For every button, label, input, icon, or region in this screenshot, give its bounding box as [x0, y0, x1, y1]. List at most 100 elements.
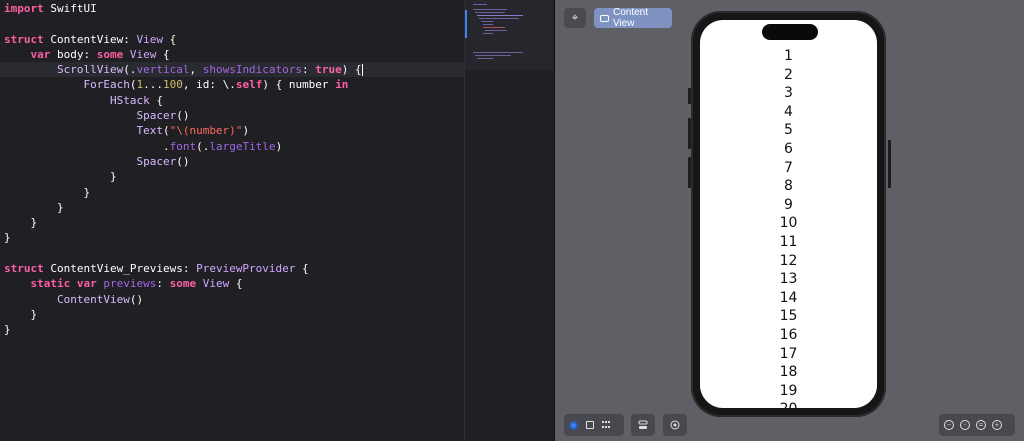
code-token: true — [315, 63, 342, 77]
variants-grid-icon[interactable] — [602, 420, 612, 430]
selectable-mode-icon[interactable] — [585, 420, 595, 430]
pin-preview-button[interactable]: ⌖ — [564, 8, 586, 28]
code-token: Spacer — [136, 109, 177, 123]
code-token: { — [156, 47, 170, 61]
code-line[interactable]: .font(.largeTitle) — [4, 139, 464, 154]
code-line[interactable] — [4, 16, 464, 31]
zoom-controls: − · = + — [939, 414, 1015, 436]
number-text: 16 — [779, 326, 798, 343]
code-token: { — [229, 277, 243, 291]
code-token: , — [189, 63, 203, 77]
code-token: () — [176, 154, 190, 168]
code-token: ) — [242, 124, 250, 138]
code-line[interactable]: } — [4, 169, 464, 184]
number-text: 15 — [779, 308, 798, 325]
zoom-to-fit-icon[interactable]: · — [960, 420, 970, 430]
code-token: self — [235, 78, 263, 92]
code-token: } — [4, 307, 38, 321]
code-line[interactable]: static var previews: some View { — [4, 276, 464, 291]
minimap[interactable] — [464, 0, 555, 441]
number-text: 19 — [779, 382, 798, 399]
code-token: some — [96, 47, 124, 61]
code-token: ) — [275, 139, 283, 153]
code-token: Spacer — [136, 154, 177, 168]
variants-button[interactable] — [663, 414, 687, 436]
code-line[interactable]: ScrollView(.vertical, showsIndicators: t… — [0, 62, 464, 78]
code-token: () — [176, 109, 190, 123]
code-line[interactable]: Spacer() — [4, 108, 464, 123]
code-token: View — [129, 47, 157, 61]
minimap-visible-region[interactable] — [465, 0, 555, 70]
minimap-line — [477, 15, 523, 16]
code-line[interactable]: struct ContentView_Previews: PreviewProv… — [4, 261, 464, 276]
number-text: 11 — [779, 233, 798, 250]
code-line[interactable] — [4, 246, 464, 261]
code-line[interactable]: } — [4, 322, 464, 337]
zoom-out-icon[interactable]: − — [944, 420, 954, 430]
code-token: SwiftUI — [43, 2, 97, 15]
minimap-line — [479, 18, 519, 19]
code-line[interactable]: } — [4, 200, 464, 215]
content-view-preview-button[interactable]: Content View — [594, 7, 672, 29]
iphone-frame: 1234567891011121314151617181920 — [691, 11, 886, 417]
preview-screen[interactable]: 1234567891011121314151617181920 — [700, 20, 877, 408]
number-text: 2 — [784, 66, 793, 83]
dynamic-island — [762, 24, 818, 40]
code-token: (. — [196, 139, 210, 153]
number-text: 18 — [779, 364, 798, 381]
code-token: HStack — [109, 93, 150, 107]
code-token: Text — [136, 124, 163, 138]
number-text: 4 — [784, 103, 793, 120]
code-token: var — [30, 47, 51, 61]
code-token: vertical — [136, 63, 190, 77]
code-token: (. — [123, 63, 137, 77]
minimap-line — [473, 9, 507, 10]
code-line[interactable]: ForEach(1...100, id: \.self) { number in — [4, 77, 464, 92]
code-token: ) { — [341, 63, 362, 77]
device-settings-button[interactable] — [631, 414, 655, 436]
zoom-in-icon[interactable]: + — [992, 420, 1002, 430]
number-list[interactable]: 1234567891011121314151617181920 — [700, 47, 877, 408]
minimap-line — [483, 27, 505, 28]
zoom-actual-icon[interactable]: = — [976, 420, 986, 430]
code-line[interactable]: } — [4, 307, 464, 322]
code-token: ... — [143, 78, 163, 92]
minimap-line — [481, 21, 493, 22]
code-line[interactable]: } — [4, 215, 464, 230]
code-token: in — [335, 78, 349, 92]
code-line[interactable]: import SwiftUI — [4, 1, 464, 16]
code-line[interactable]: Spacer() — [4, 154, 464, 169]
code-line[interactable]: struct ContentView: View { — [4, 32, 464, 47]
code-token: previews — [103, 277, 157, 291]
preview-label: Content View — [612, 7, 648, 29]
code-token: . — [4, 139, 170, 153]
code-line[interactable]: var body: some View { — [4, 47, 464, 62]
code-token: var — [76, 277, 97, 291]
code-line[interactable]: } — [4, 185, 464, 200]
minimap-line — [477, 58, 493, 59]
code-token: import — [4, 2, 44, 15]
code-token: { — [149, 93, 163, 107]
code-line[interactable]: } — [4, 230, 464, 245]
source-editor[interactable]: import SwiftUI struct ContentView: View … — [0, 0, 464, 441]
xcode-window: import SwiftUI struct ContentView: View … — [0, 0, 1024, 441]
number-text: 20 — [700, 400, 877, 408]
code-token: ContentView: — [43, 32, 137, 46]
code-token: } — [4, 216, 38, 230]
device-settings-icon — [638, 420, 648, 430]
code-line[interactable]: ContentView() — [4, 292, 464, 307]
live-mode-icon[interactable] — [569, 420, 578, 430]
code-text[interactable]: import SwiftUI struct ContentView: View … — [0, 1, 464, 338]
number-text: 10 — [779, 215, 798, 232]
side-button — [888, 140, 891, 188]
minimap-line — [483, 33, 493, 34]
code-token: ScrollView — [56, 63, 124, 77]
code-line[interactable]: Text("\(number)") — [4, 123, 464, 138]
code-line[interactable]: HStack { — [4, 93, 464, 108]
